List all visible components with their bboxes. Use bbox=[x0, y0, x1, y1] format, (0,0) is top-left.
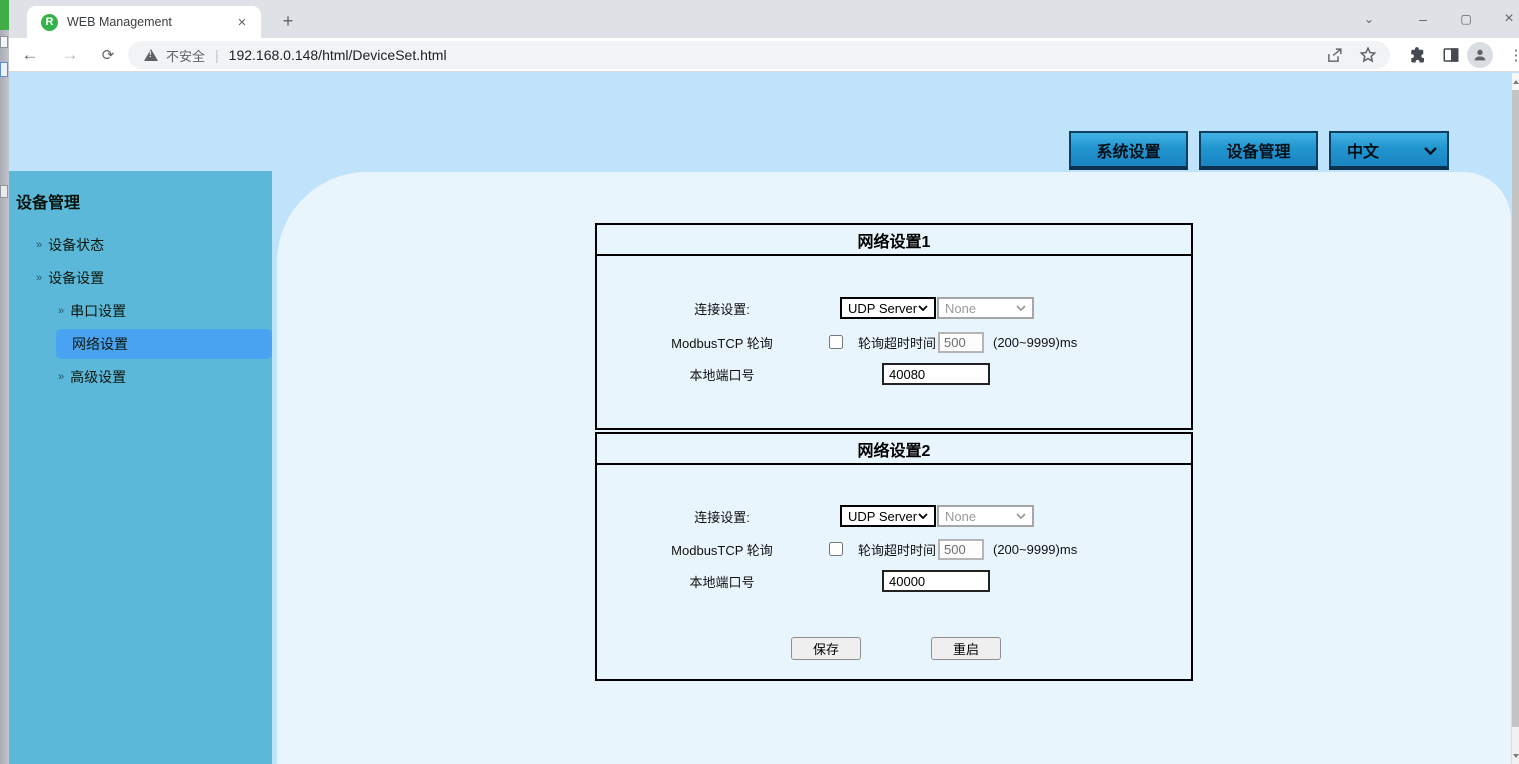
poll-timeout-range-label: (200~9999)ms bbox=[993, 335, 1077, 350]
secondary-mode-select-disabled: None bbox=[937, 297, 1034, 319]
local-port-label: 本地端口号 bbox=[597, 365, 847, 384]
sidebar-item-label: 设备状态 bbox=[48, 235, 104, 255]
tab-strip: R WEB Management × + ⌄ – ▢ × bbox=[9, 0, 1519, 38]
tab-search-icon[interactable]: ⌄ bbox=[1358, 8, 1380, 30]
connect-mode-select[interactable]: UDP Server bbox=[840, 297, 936, 319]
scrollbar-up-arrow[interactable] bbox=[1512, 73, 1519, 90]
sidebar-title: 设备管理 bbox=[16, 189, 80, 213]
sidebar-item-device-status[interactable]: » 设备状态 bbox=[36, 230, 104, 260]
poll-timeout-range-label: (200~9999)ms bbox=[993, 542, 1077, 557]
sidebar-item-label-selected: 网络设置 bbox=[72, 329, 128, 359]
chevron-down-icon bbox=[1016, 513, 1026, 519]
modbus-poll-checkbox[interactable] bbox=[829, 542, 843, 556]
forward-button: → bbox=[57, 42, 83, 68]
address-bar-divider: | bbox=[215, 47, 219, 63]
tab-web-management[interactable]: R WEB Management × bbox=[27, 6, 261, 38]
screen: R WEB Management × + ⌄ – ▢ × ← → ⟳ 不安全 |… bbox=[0, 0, 1519, 764]
connect-mode-value: UDP Server bbox=[848, 301, 917, 316]
sidebar-item-label: 高级设置 bbox=[70, 367, 126, 387]
connect-settings-label: 连接设置: bbox=[597, 507, 847, 526]
local-port-label: 本地端口号 bbox=[597, 572, 847, 591]
background-window-icon-fragment bbox=[0, 185, 8, 198]
chevron-down-icon bbox=[918, 305, 928, 311]
modbus-poll-label: ModbusTCP 轮询 bbox=[597, 333, 847, 352]
section-body: 连接设置: UDP Server None bbox=[597, 256, 1191, 426]
tab-close-icon[interactable]: × bbox=[233, 13, 251, 31]
modbus-poll-checkbox[interactable] bbox=[829, 335, 843, 349]
back-button[interactable]: ← bbox=[17, 42, 43, 68]
extensions-icon[interactable] bbox=[1407, 44, 1429, 66]
poll-timeout-label: 轮询超时时间 bbox=[858, 333, 936, 352]
connect-settings-label: 连接设置: bbox=[597, 299, 847, 318]
device-management-button[interactable]: 设备管理 bbox=[1199, 131, 1318, 170]
arrow-bullet-icon: » bbox=[58, 305, 64, 317]
restart-button[interactable]: 重启 bbox=[931, 637, 1001, 660]
chevron-down-icon bbox=[918, 513, 928, 519]
save-button[interactable]: 保存 bbox=[791, 637, 861, 660]
arrow-bullet-icon: » bbox=[36, 239, 42, 251]
window-close-button[interactable]: × bbox=[1498, 8, 1519, 30]
tab-title: WEB Management bbox=[67, 15, 233, 29]
not-secure-label[interactable]: 不安全 bbox=[166, 46, 205, 65]
poll-timeout-label: 轮询超时时间 bbox=[858, 540, 936, 559]
modbus-poll-label: ModbusTCP 轮询 bbox=[597, 540, 847, 559]
section-body: 连接设置: UDP Server None bbox=[597, 465, 1191, 677]
not-secure-warning-icon[interactable] bbox=[144, 49, 158, 61]
profile-avatar[interactable] bbox=[1467, 42, 1493, 68]
secondary-mode-value: None bbox=[945, 301, 976, 316]
web-page: 系统设置 设备管理 中文 设备管理 » 设备状态 » 设备设置 » 串口设置 bbox=[9, 73, 1512, 764]
local-port-input[interactable] bbox=[882, 363, 990, 385]
window-maximize-button[interactable]: ▢ bbox=[1455, 8, 1477, 30]
sidebar-item-label: 串口设置 bbox=[70, 301, 126, 321]
network-settings-2-box: 网络设置2 连接设置: UDP Server None bbox=[595, 432, 1193, 681]
share-icon[interactable] bbox=[1324, 45, 1344, 65]
network-settings-1-box: 网络设置1 连接设置: UDP Server None bbox=[595, 223, 1193, 430]
section-title: 网络设置2 bbox=[597, 434, 1191, 465]
connect-mode-value: UDP Server bbox=[848, 509, 917, 524]
new-tab-button[interactable]: + bbox=[275, 8, 301, 34]
reload-button[interactable]: ⟳ bbox=[95, 42, 121, 68]
chevron-down-icon bbox=[1424, 147, 1437, 155]
arrow-bullet-icon: » bbox=[58, 371, 64, 383]
sidebar: 设备管理 » 设备状态 » 设备设置 » 串口设置 网络设置 » 高级设置 bbox=[9, 171, 272, 764]
language-select[interactable]: 中文 bbox=[1329, 131, 1449, 170]
connect-mode-select[interactable]: UDP Server bbox=[840, 505, 936, 527]
sidebar-item-device-settings[interactable]: » 设备设置 bbox=[36, 263, 104, 293]
browser-toolbar: ← → ⟳ 不安全 | 192.168.0.148/html/DeviceSet… bbox=[9, 38, 1519, 72]
sidebar-item-label: 设备设置 bbox=[48, 268, 104, 288]
scrollbar-down-arrow[interactable] bbox=[1512, 747, 1519, 764]
sidebar-item-advanced-settings[interactable]: » 高级设置 bbox=[58, 362, 126, 392]
secondary-mode-value: None bbox=[945, 509, 976, 524]
arrow-bullet-icon: » bbox=[36, 272, 42, 284]
local-port-input[interactable] bbox=[882, 570, 990, 592]
section-title: 网络设置1 bbox=[597, 225, 1191, 256]
chevron-down-icon bbox=[1016, 305, 1026, 311]
page-scrollbar[interactable] bbox=[1512, 73, 1519, 764]
background-window-icon-fragment bbox=[0, 62, 8, 77]
background-window-sliver bbox=[0, 0, 9, 764]
background-window-green-fragment bbox=[0, 0, 9, 30]
scrollbar-thumb[interactable] bbox=[1512, 90, 1519, 727]
favicon-icon: R bbox=[41, 14, 58, 31]
background-window-icon-fragment bbox=[0, 36, 8, 48]
sidebar-item-network-settings[interactable]: 网络设置 bbox=[56, 329, 272, 359]
system-settings-button[interactable]: 系统设置 bbox=[1069, 131, 1188, 170]
bookmark-star-icon[interactable] bbox=[1358, 45, 1378, 65]
address-bar[interactable]: 不安全 | 192.168.0.148/html/DeviceSet.html bbox=[128, 41, 1390, 69]
side-panel-icon[interactable] bbox=[1440, 44, 1462, 66]
poll-timeout-input bbox=[938, 332, 984, 353]
browser-menu-icon[interactable]: ⋮ bbox=[1505, 44, 1519, 66]
poll-timeout-input bbox=[938, 539, 984, 560]
secondary-mode-select-disabled: None bbox=[937, 505, 1034, 527]
url-text[interactable]: 192.168.0.148/html/DeviceSet.html bbox=[229, 47, 1310, 63]
sidebar-item-serial-settings[interactable]: » 串口设置 bbox=[58, 296, 126, 326]
window-minimize-button[interactable]: – bbox=[1412, 8, 1434, 30]
language-select-value: 中文 bbox=[1347, 138, 1379, 162]
